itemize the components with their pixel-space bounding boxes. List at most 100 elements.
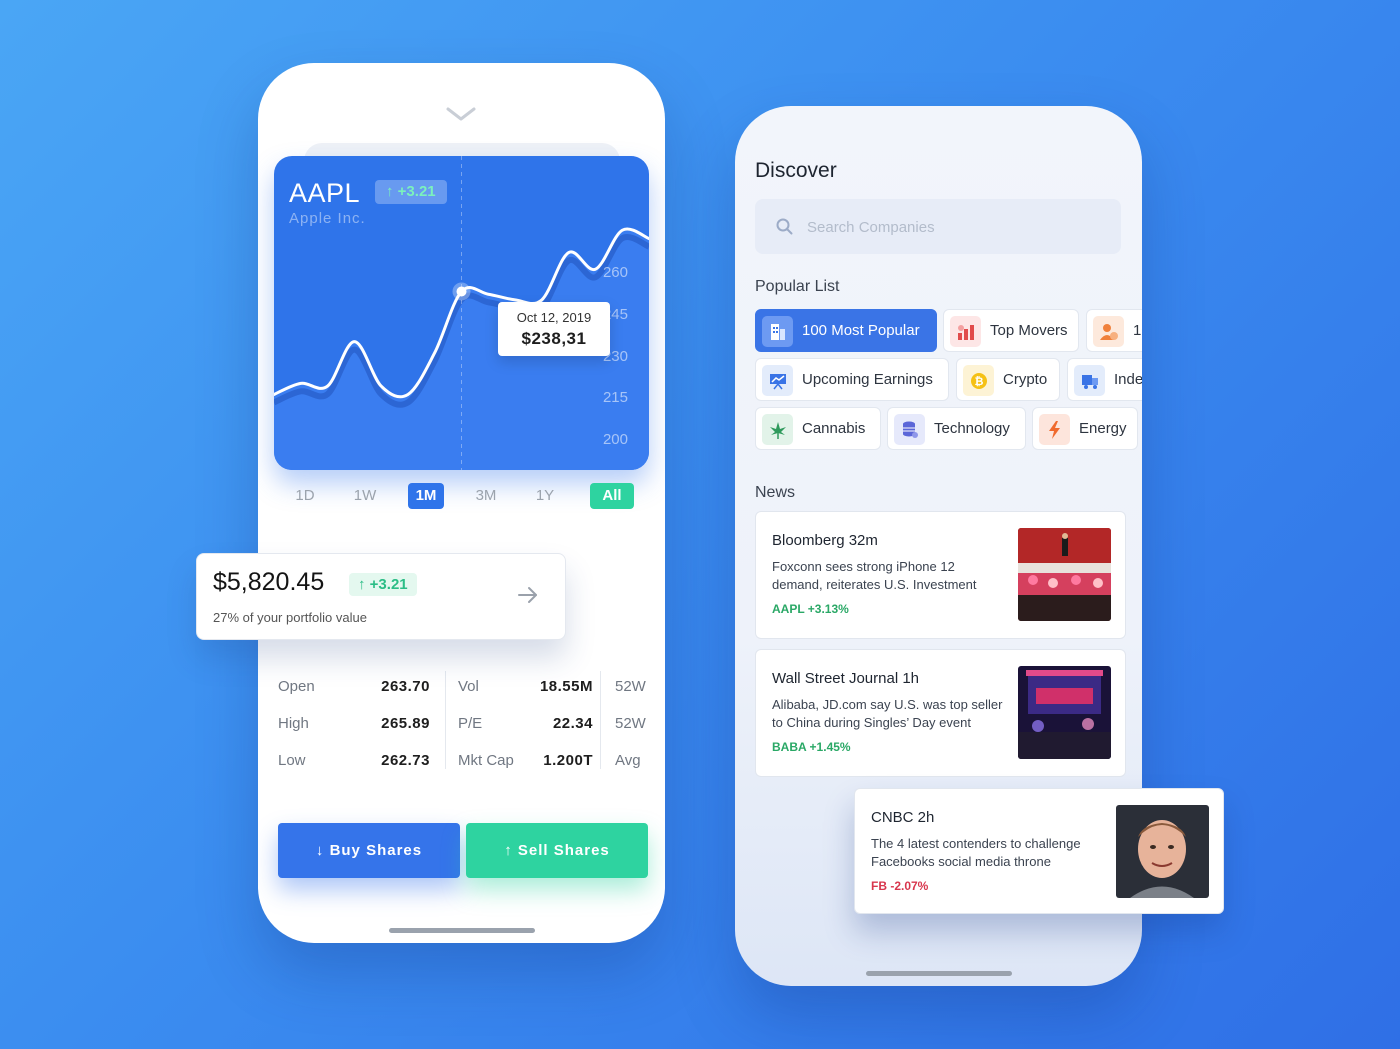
- company-name: Apple Inc.: [289, 210, 366, 227]
- range-3m[interactable]: 3M: [468, 483, 504, 509]
- stat-open-value: 263.70: [381, 678, 430, 695]
- arrow-right-icon[interactable]: [517, 586, 539, 604]
- tooltip-value: $238,31: [521, 329, 587, 348]
- stat-vol-label: Vol: [458, 678, 479, 695]
- news-thumbnail: [1116, 805, 1209, 898]
- sell-shares-label: Sell Shares: [517, 842, 610, 859]
- stat-high-value: 265.89: [381, 715, 430, 732]
- news-thumbnail: [1018, 666, 1111, 759]
- chip-crypto[interactable]: ₿ Crypto: [956, 358, 1060, 401]
- chip-label: Crypto: [1003, 371, 1048, 388]
- news-card[interactable]: Bloomberg 32m Foxconn sees strong iPhone…: [755, 511, 1126, 639]
- chip-label: Energy: [1079, 420, 1127, 437]
- chip-100-most-popular[interactable]: 100 Most Popular: [755, 309, 937, 352]
- range-1y[interactable]: 1Y: [528, 483, 562, 509]
- chip-label: 10: [1133, 322, 1142, 339]
- chip-cannabis[interactable]: Cannabis: [755, 407, 881, 450]
- lightning-icon: [1039, 414, 1070, 445]
- stat-52w-low-label: 52W: [615, 715, 646, 732]
- portfolio-subtitle: 27% of your portfolio value: [213, 610, 367, 625]
- news-ticker: AAPL +3.13%: [772, 602, 849, 616]
- database-icon: [894, 414, 925, 445]
- stat-open-label: Open: [278, 678, 315, 695]
- portfolio-card[interactable]: $5,820.45 ↑ +3.21 27% of your portfolio …: [196, 553, 566, 640]
- stat-52w-high-label: 52W: [615, 678, 646, 695]
- stat-mktcap-value: 1.200T: [543, 752, 593, 769]
- range-1d[interactable]: 1D: [288, 483, 322, 509]
- stat-low-label: Low: [278, 752, 306, 769]
- truck-icon: [1074, 365, 1105, 396]
- chip-top-movers[interactable]: Top Movers: [943, 309, 1079, 352]
- chip-label: Upcoming Earnings: [802, 371, 933, 388]
- news-headline: The 4 latest contenders to challenge Fac…: [871, 836, 1081, 869]
- news-card[interactable]: CNBC 2h The 4 latest contenders to chall…: [854, 788, 1224, 914]
- time-range-selector: 1D 1W 1M 3M 1Y All: [274, 483, 649, 509]
- news-ticker: FB -2.07%: [871, 879, 929, 893]
- stat-high-label: High: [278, 715, 309, 732]
- ticker-change-badge: ↑ +3.21: [375, 180, 447, 204]
- stat-avg-label: Avg: [615, 752, 641, 769]
- stat-vol-value: 18.55M: [539, 678, 593, 695]
- stock-chart-card: 260 245 230 215 200 AAPL ↑ +3.21 Apple Inc. …: [274, 156, 649, 470]
- range-1m[interactable]: 1M: [408, 483, 444, 509]
- leaf-icon: [762, 414, 793, 445]
- user-check-icon: [1093, 316, 1124, 347]
- ticker-symbol: AAPL: [289, 178, 361, 208]
- news-source: Wall Street Journal 1h: [772, 670, 920, 687]
- news-ticker: BABA +1.45%: [772, 740, 851, 754]
- stat-pe-value: 22.34: [552, 715, 593, 732]
- home-indicator: [865, 971, 1012, 976]
- svg-text:₿: ₿: [974, 375, 983, 388]
- news-thumbnail: [1018, 528, 1111, 621]
- news-headline: Alibaba, JD.com say U.S. was top seller …: [772, 697, 1003, 730]
- chip-technology[interactable]: Technology: [887, 407, 1026, 450]
- stat-mktcap-label: Mkt Cap: [458, 752, 514, 769]
- bitcoin-icon: ₿: [963, 365, 994, 396]
- y-tick-label: 215: [603, 389, 628, 406]
- y-tick-label: 260: [603, 264, 628, 281]
- chip-label: Inde: [1114, 371, 1142, 388]
- page-title: Discover: [755, 159, 837, 182]
- news-card[interactable]: Wall Street Journal 1h Alibaba, JD.com s…: [755, 649, 1126, 777]
- portfolio-change-badge: ↑ +3.21: [349, 573, 417, 596]
- stats-table: Open 263.70 High 265.89 Low 262.73 Vol 1…: [278, 663, 665, 783]
- news-section-title: News: [755, 484, 796, 501]
- news-source: CNBC 2h: [871, 809, 935, 826]
- buy-shares-label: Buy Shares: [329, 842, 423, 859]
- chip-10[interactable]: 10: [1086, 309, 1142, 352]
- chart-tooltip: Oct 12, 2019 $238,31: [498, 302, 610, 356]
- chip-inde[interactable]: Inde: [1067, 358, 1142, 401]
- chip-label: Cannabis: [802, 420, 866, 437]
- chip-label: Top Movers: [990, 322, 1068, 339]
- chart-point-selected[interactable]: [456, 286, 467, 297]
- stat-low-value: 262.73: [381, 752, 430, 769]
- ticker-change-value: +3.21: [397, 183, 436, 200]
- popular-list-title: Popular List: [755, 278, 840, 295]
- search-icon: [776, 218, 793, 235]
- portfolio-change-value: +3.21: [369, 576, 408, 593]
- y-tick-label: 200: [603, 431, 628, 448]
- search-input[interactable]: Search Companies: [755, 199, 1121, 254]
- sell-shares-button[interactable]: ↑ Sell Shares: [466, 823, 648, 878]
- chip-energy[interactable]: Energy: [1032, 407, 1138, 450]
- bar-chart-icon: [950, 316, 981, 347]
- news-source: Bloomberg 32m: [772, 532, 878, 549]
- stats-divider: [600, 671, 601, 769]
- chip-upcoming-earnings[interactable]: Upcoming Earnings: [755, 358, 949, 401]
- chip-label: 100 Most Popular: [802, 322, 920, 339]
- home-indicator: [388, 928, 535, 933]
- chevron-down-icon[interactable]: [446, 106, 476, 124]
- stat-pe-label: P/E: [458, 715, 483, 732]
- presentation-icon: [762, 365, 793, 396]
- range-1w[interactable]: 1W: [348, 483, 382, 509]
- chip-label: Technology: [934, 420, 1010, 437]
- stock-detail-screen: 260 245 230 215 200 AAPL ↑ +3.21 Apple Inc. …: [258, 63, 665, 943]
- news-headline: Foxconn sees strong iPhone 12 demand, re…: [772, 559, 977, 592]
- search-placeholder: Search Companies: [807, 219, 935, 236]
- buy-shares-button[interactable]: ↓ Buy Shares: [278, 823, 460, 878]
- tooltip-date: Oct 12, 2019: [516, 310, 592, 325]
- portfolio-value: $5,820.45: [213, 568, 325, 596]
- stats-divider: [445, 671, 446, 769]
- building-icon: [762, 316, 793, 347]
- range-all[interactable]: All: [590, 483, 634, 509]
